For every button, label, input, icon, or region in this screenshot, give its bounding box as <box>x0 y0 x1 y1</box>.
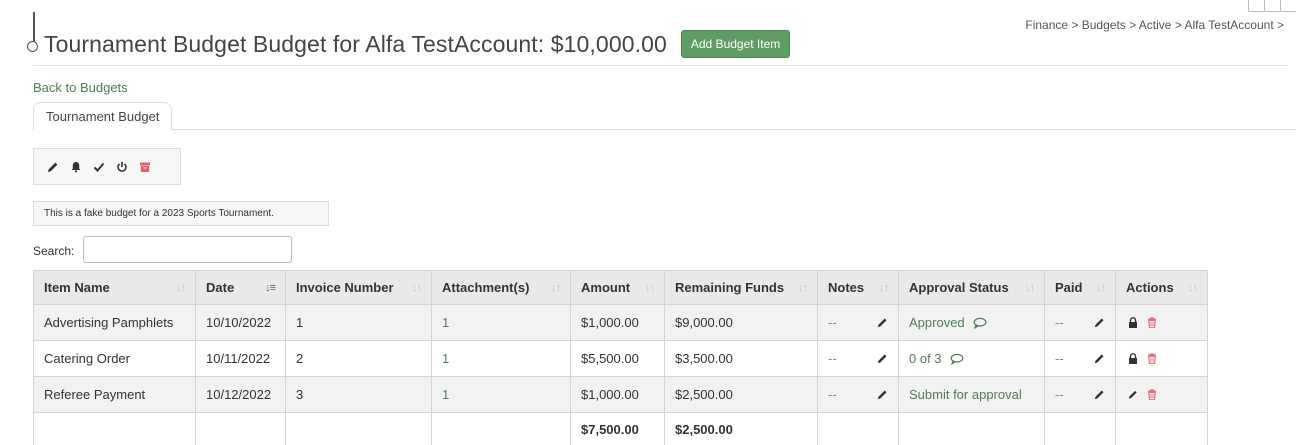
lock-icon[interactable] <box>1128 353 1138 364</box>
edit-notes-icon[interactable] <box>877 353 888 364</box>
sort-icon: ↓↑ <box>1096 281 1106 294</box>
sort-icon: ↓↑ <box>645 281 655 294</box>
item-name: Referee Payment <box>33 376 196 413</box>
budget-toolbar <box>33 148 181 185</box>
edit-paid-icon[interactable] <box>1094 317 1105 328</box>
bell-icon[interactable] <box>69 160 83 174</box>
remaining-funds: $2,500.00 <box>664 376 818 413</box>
totals-row: $7,500.00 $2,500.00 <box>33 412 1208 445</box>
remaining-funds: $3,500.00 <box>664 340 818 377</box>
lock-icon[interactable] <box>1128 317 1138 328</box>
item-name: Advertising Pamphlets <box>33 304 196 341</box>
check-icon[interactable] <box>92 160 106 174</box>
table-row: Referee Payment 10/12/2022 3 1 $1,000.00… <box>33 376 1208 413</box>
col-remaining-funds[interactable]: Remaining Funds ↓↑ <box>664 270 818 305</box>
edit-icon[interactable] <box>46 160 60 174</box>
attachments-link[interactable]: 1 <box>442 387 449 402</box>
table-row: Advertising Pamphlets 10/10/2022 1 1 $1,… <box>33 304 1208 341</box>
total-amount: $7,500.00 <box>570 412 665 445</box>
col-item-name[interactable]: Item Name ↓↑ <box>33 270 196 305</box>
item-date: 10/10/2022 <box>195 304 286 341</box>
table-row: Catering Order 10/11/2022 2 1 $5,500.00 … <box>33 340 1208 377</box>
comment-icon[interactable] <box>950 353 964 365</box>
sort-icon: ↓↑ <box>551 281 561 294</box>
edit-paid-icon[interactable] <box>1094 353 1105 364</box>
corner-controls <box>1248 0 1296 12</box>
edit-notes-icon[interactable] <box>877 389 888 400</box>
col-amount[interactable]: Amount ↓↑ <box>570 270 665 305</box>
col-invoice-number[interactable]: Invoice Number ↓↑ <box>285 270 432 305</box>
remaining-funds: $9,000.00 <box>664 304 818 341</box>
total-remaining: $2,500.00 <box>664 412 818 445</box>
invoice-number: 2 <box>285 340 432 377</box>
budget-description: This is a fake budget for a 2023 Sports … <box>33 201 329 226</box>
item-date: 10/11/2022 <box>195 340 286 377</box>
trash-icon[interactable] <box>1147 389 1157 400</box>
sort-icon: ↓↑ <box>1188 281 1198 294</box>
invoice-number: 1 <box>285 304 432 341</box>
col-paid[interactable]: Paid ↓↑ <box>1044 270 1116 305</box>
approval-status[interactable]: 0 of 3 <box>909 351 942 366</box>
paid-value: -- <box>1055 387 1064 402</box>
submit-for-approval-link[interactable]: Submit for approval <box>909 387 1022 402</box>
attachments-link[interactable]: 1 <box>442 351 449 366</box>
trash-icon[interactable] <box>1147 353 1157 364</box>
col-date[interactable]: Date ↓≡ <box>195 270 286 305</box>
item-name: Catering Order <box>33 340 196 377</box>
search-label: Search: <box>33 244 75 258</box>
amount: $5,500.00 <box>570 340 665 377</box>
budget-items-table: Item Name ↓↑ Date ↓≡ Invoice Number ↓↑ Atta… <box>33 270 1208 445</box>
paid-value: -- <box>1055 351 1064 366</box>
sort-icon: ↓↑ <box>798 281 808 294</box>
amount: $1,000.00 <box>570 376 665 413</box>
sort-icon: ↓↑ <box>176 281 186 294</box>
edit-paid-icon[interactable] <box>1094 389 1105 400</box>
edit-notes-icon[interactable] <box>877 317 888 328</box>
sort-icon: ↓↑ <box>412 281 422 294</box>
title-row: Tournament Budget Budget for Alfa TestAc… <box>27 30 791 58</box>
notes-value: -- <box>828 315 837 330</box>
notes-value: -- <box>828 351 837 366</box>
col-notes[interactable]: Notes ↓↑ <box>817 270 899 305</box>
search-input[interactable] <box>83 236 292 263</box>
approval-status[interactable]: Approved <box>909 315 965 330</box>
item-date: 10/12/2022 <box>195 376 286 413</box>
tab-tournament-budget[interactable]: Tournament Budget <box>33 102 173 131</box>
back-to-budgets-link[interactable]: Back to Budgets <box>33 80 128 95</box>
breadcrumb[interactable]: Finance > Budgets > Active > Alfa TestAc… <box>1025 18 1284 32</box>
power-icon[interactable] <box>115 160 129 174</box>
trash-icon[interactable] <box>1147 317 1157 328</box>
archive-icon[interactable] <box>138 160 152 174</box>
divider <box>33 65 1288 66</box>
amount: $1,000.00 <box>570 304 665 341</box>
timeline-dot <box>27 40 38 52</box>
sort-icon: ↓↑ <box>879 281 889 294</box>
comment-icon[interactable] <box>973 317 987 329</box>
col-attachments[interactable]: Attachment(s) ↓↑ <box>431 270 571 305</box>
add-budget-item-button[interactable]: Add Budget Item <box>680 30 791 58</box>
edit-icon[interactable] <box>1128 389 1138 400</box>
invoice-number: 3 <box>285 376 432 413</box>
attachments-link[interactable]: 1 <box>442 315 449 330</box>
tab-bar: Tournament Budget <box>33 102 1296 131</box>
col-approval-status[interactable]: Approval Status ↓↑ <box>898 270 1045 305</box>
col-actions[interactable]: Actions ↓↑ <box>1115 270 1208 305</box>
sort-asc-icon: ↓≡ <box>265 281 276 294</box>
notes-value: -- <box>828 387 837 402</box>
page-title: Tournament Budget Budget for Alfa TestAc… <box>44 30 667 57</box>
table-header-row: Item Name ↓↑ Date ↓≡ Invoice Number ↓↑ Atta… <box>33 270 1208 305</box>
paid-value: -- <box>1055 315 1064 330</box>
sort-icon: ↓↑ <box>1025 281 1035 294</box>
